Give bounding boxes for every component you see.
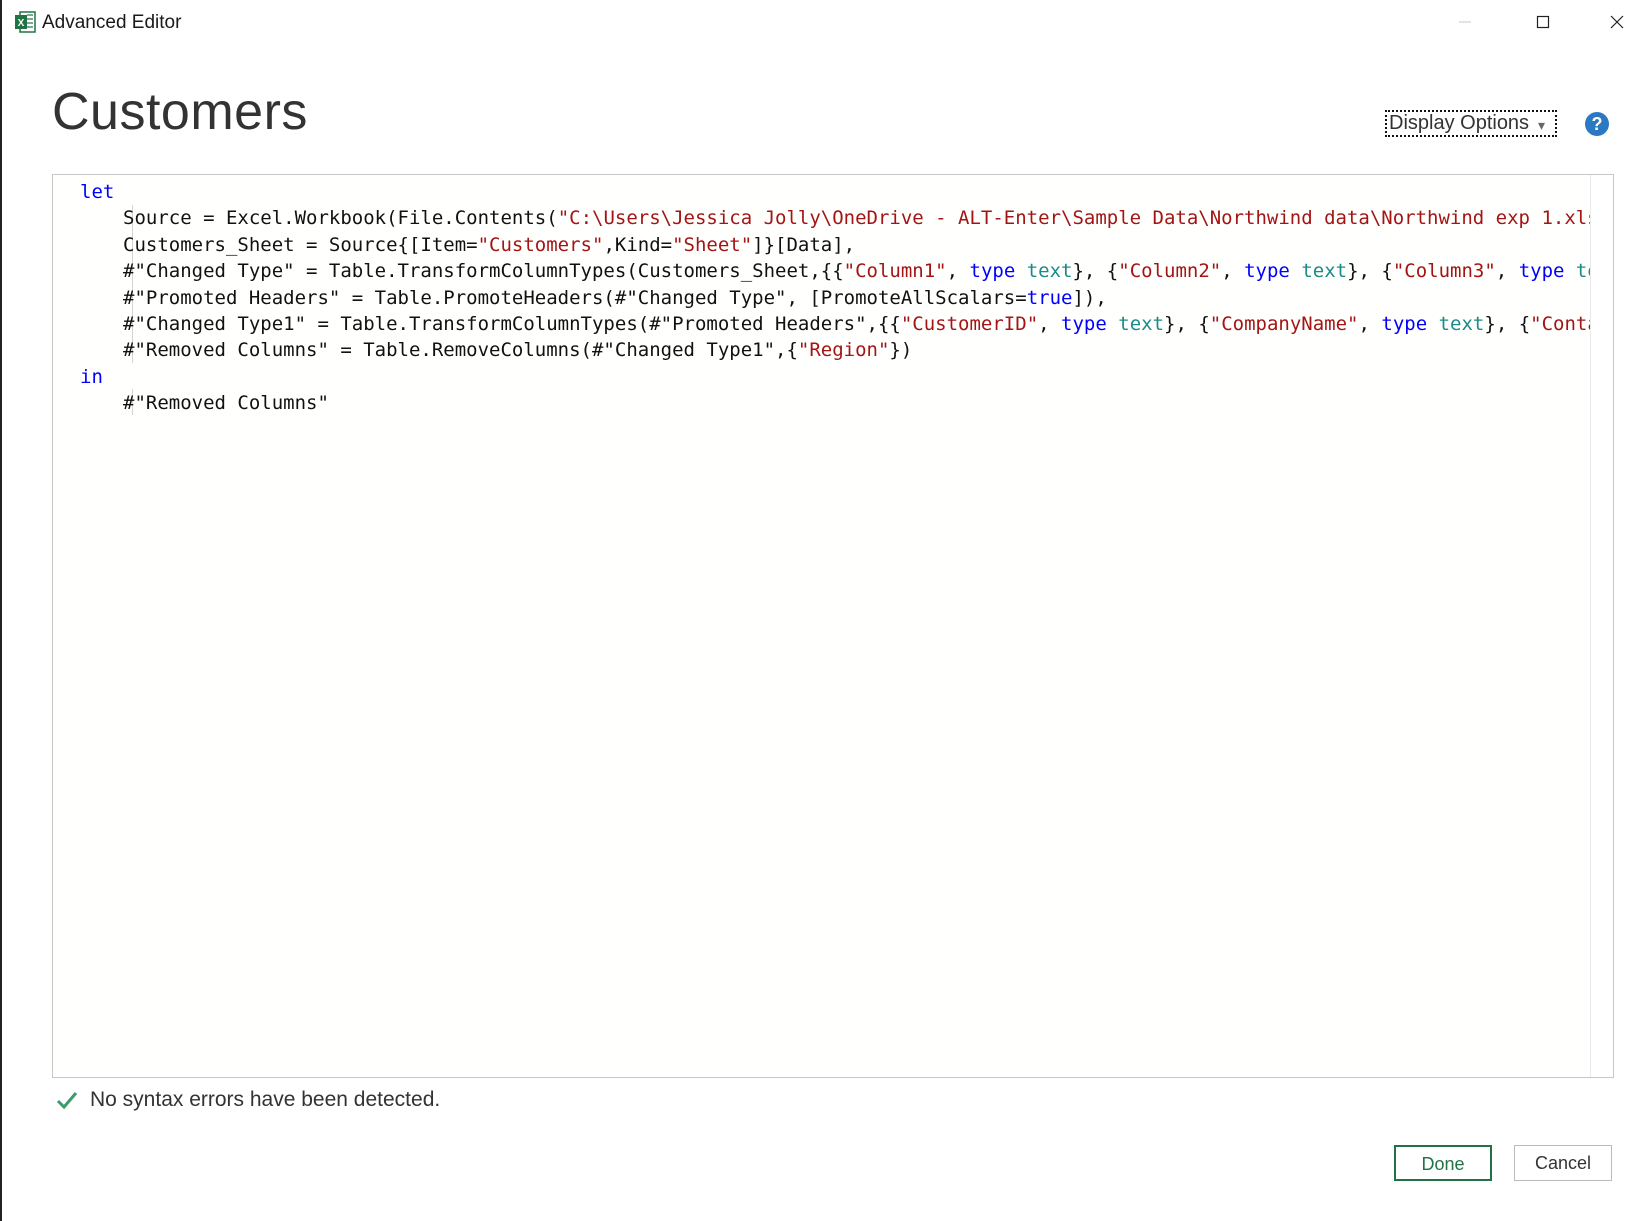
vertical-scrollbar[interactable] xyxy=(1590,175,1613,1077)
code-token: type xyxy=(1518,260,1565,283)
code-token: , xyxy=(1221,260,1245,283)
help-icon[interactable]: ? xyxy=(1585,112,1609,136)
code-token: text xyxy=(1301,260,1348,283)
code-token: }, { xyxy=(1347,260,1393,283)
display-options-dropdown[interactable]: Display Options ▾ xyxy=(1385,110,1557,137)
window-title: Advanced Editor xyxy=(42,12,182,33)
code-token: type xyxy=(969,260,1016,283)
code-token: text xyxy=(1118,312,1165,335)
code-token: #"Removed Columns" xyxy=(123,392,329,415)
maximize-button[interactable] xyxy=(1518,0,1568,44)
code-token: #"Removed Columns" = Table.RemoveColumns… xyxy=(123,339,798,362)
excel-icon: X xyxy=(15,11,36,33)
code-token: , xyxy=(1038,312,1062,335)
code-token: }) xyxy=(889,339,913,362)
code-token: }, { xyxy=(1072,260,1119,283)
code-line: in xyxy=(80,364,1613,390)
code-line: #"Changed Type" = Table.TransformColumnT… xyxy=(80,258,1613,284)
query-title: Customers xyxy=(52,83,308,141)
code-token: ,Kind= xyxy=(603,233,673,256)
code-token: Source = Excel.Workbook(File.Contents( xyxy=(123,207,558,230)
code-token: "C:\Users\Jessica Jolly\OneDrive - ALT-E… xyxy=(557,207,1614,230)
code-token: in xyxy=(80,365,103,388)
code-lines: let Source = Excel.Workbook(File.Contents… xyxy=(80,179,1614,417)
close-icon xyxy=(1610,15,1624,29)
code-token: "Region" xyxy=(797,339,890,362)
code-line: #"Changed Type1" = Table.TransformColumn… xyxy=(80,311,1613,337)
maximize-icon xyxy=(1536,15,1550,29)
code-token: "Column1" xyxy=(843,260,947,283)
code-token: type xyxy=(1381,312,1428,335)
code-area[interactable]: let Source = Excel.Workbook(File.Contents… xyxy=(53,175,1613,1077)
code-token: , xyxy=(1495,260,1519,283)
code-token: , xyxy=(1358,312,1382,335)
window-edge xyxy=(0,0,2,1221)
code-line: #"Promoted Headers" = Table.PromoteHeade… xyxy=(80,285,1613,311)
close-button[interactable] xyxy=(1592,0,1642,44)
code-token: let xyxy=(80,181,115,203)
code-token: ]), xyxy=(1072,286,1107,309)
code-line: Customers_Sheet = Source{[Item="Customer… xyxy=(80,232,1613,258)
code-token: "CompanyName" xyxy=(1209,312,1359,335)
title-bar: X Advanced Editor xyxy=(0,0,1652,44)
code-token: ]}[Data], xyxy=(752,233,856,256)
code-token: type xyxy=(1061,312,1107,335)
code-token: , xyxy=(946,260,970,283)
check-icon xyxy=(56,1092,78,1110)
code-token: "Customers" xyxy=(477,233,604,256)
code-token: #"Promoted Headers" = Table.PromoteHeade… xyxy=(123,286,1027,309)
minimize-button[interactable] xyxy=(1440,0,1490,44)
code-token: "Column2" xyxy=(1118,260,1222,283)
code-token: text xyxy=(1026,260,1073,283)
code-editor[interactable]: let Source = Excel.Workbook(File.Contents… xyxy=(52,174,1614,1078)
code-token: }, { xyxy=(1164,312,1210,335)
code-line: let xyxy=(80,179,1613,205)
done-button[interactable]: Done xyxy=(1394,1145,1492,1181)
code-token: text xyxy=(1438,312,1485,335)
code-token: #"Changed Type1" = Table.TransformColumn… xyxy=(123,312,901,335)
code-token: type xyxy=(1244,260,1290,283)
code-token: "CustomerID" xyxy=(900,312,1039,335)
code-token: "Sheet" xyxy=(672,233,753,256)
syntax-status: No syntax errors have been detected. xyxy=(56,1085,440,1115)
code-token: #"Changed Type" = Table.TransformColumnT… xyxy=(123,260,844,283)
minimize-icon xyxy=(1459,21,1471,23)
cancel-button[interactable]: Cancel xyxy=(1514,1145,1612,1181)
svg-text:X: X xyxy=(18,18,25,29)
code-line: #"Removed Columns" xyxy=(80,390,1613,416)
status-message: No syntax errors have been detected. xyxy=(90,1088,441,1111)
display-options-label: Display Options xyxy=(1389,112,1530,134)
chevron-down-icon: ▾ xyxy=(1537,117,1545,133)
code-token: }, { xyxy=(1484,312,1531,335)
code-token: true xyxy=(1026,286,1073,309)
code-token: "Column3" xyxy=(1392,260,1496,283)
code-line: #"Removed Columns" = Table.RemoveColumns… xyxy=(80,337,1613,363)
code-line: Source = Excel.Workbook(File.Contents("C… xyxy=(80,205,1614,231)
code-token: Customers_Sheet = Source{[Item= xyxy=(123,233,478,256)
